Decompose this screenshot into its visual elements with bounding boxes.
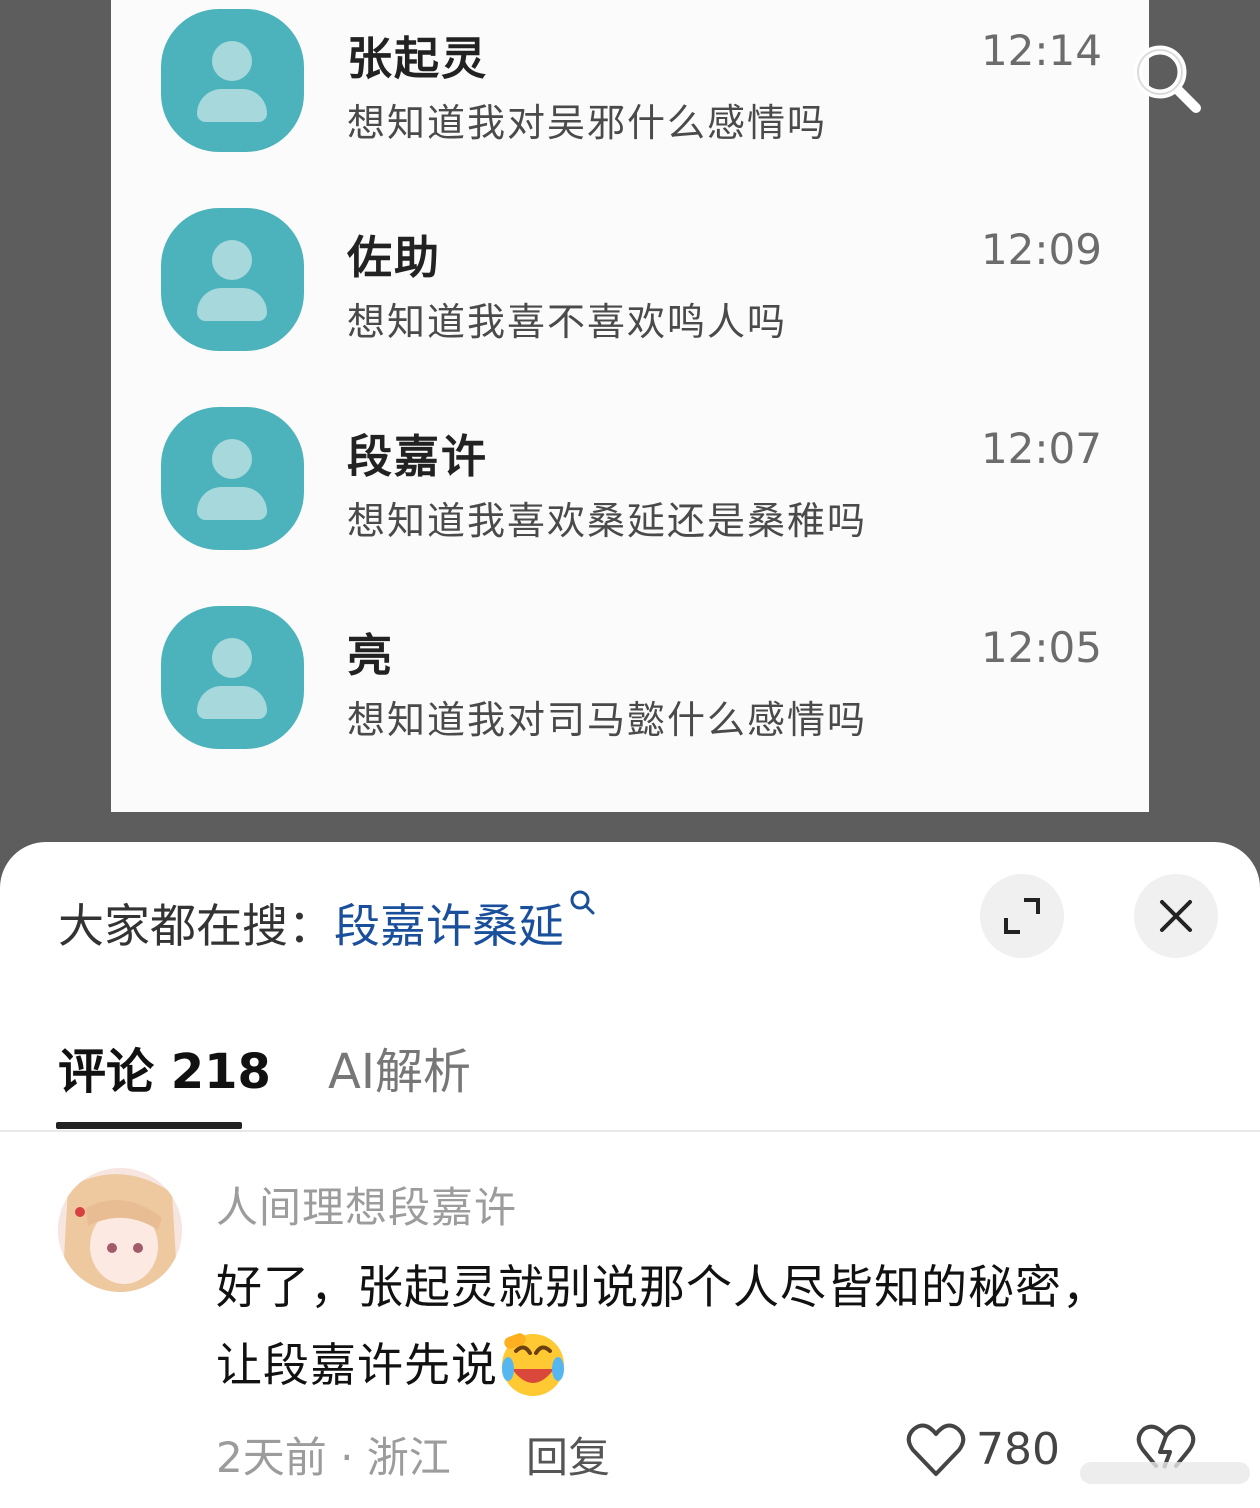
message-row: 佐助 想知道我喜不喜欢鸣人吗 12:09 — [111, 199, 1149, 398]
watermark-logo — [1080, 1462, 1250, 1484]
contact-avatar — [161, 9, 304, 152]
expand-button[interactable] — [980, 874, 1064, 958]
message-time: 12:09 — [980, 225, 1102, 274]
contact-avatar — [161, 407, 304, 550]
comment-line-2: 让段嘉许先说 — [216, 1326, 1206, 1404]
person-icon — [212, 41, 252, 81]
comment-meta: 2天前 · 浙江 — [216, 1433, 451, 1482]
reply-button[interactable]: 回复 — [526, 1424, 610, 1485]
message-time: 12:07 — [980, 424, 1102, 473]
expand-icon — [1004, 898, 1040, 934]
message-row: 段嘉许 想知道我喜欢桑延还是桑稚吗 12:07 — [111, 398, 1149, 597]
tab-ai-analysis[interactable]: AI解析 — [328, 1032, 471, 1102]
hot-search-label: 大家都在搜： — [58, 899, 334, 953]
search-icon[interactable] — [1126, 38, 1206, 118]
tab-comments[interactable]: 评论 218 — [58, 1032, 271, 1102]
comment-username[interactable]: 人间理想段嘉许 — [216, 1174, 517, 1235]
tab-bar: 评论 218 AI解析 — [0, 1032, 1260, 1132]
person-icon — [212, 638, 252, 678]
message-time: 12:14 — [980, 26, 1102, 75]
message-preview: 想知道我对司马懿什么感情吗 — [347, 698, 868, 742]
contact-name: 亮 — [347, 629, 395, 682]
comment-item: 人间理想段嘉许 好了，张起灵就别说那个人尽皆知的秘密， 让段嘉许先说 2天前 ·… — [0, 1166, 1260, 1508]
comment-line: 好了，张起灵就别说那个人尽皆知的秘密， — [216, 1260, 1109, 1314]
avatar[interactable] — [58, 1168, 182, 1292]
contact-name: 佐助 — [347, 231, 442, 284]
close-icon — [1160, 900, 1192, 932]
hot-search-term[interactable]: 段嘉许桑延 — [334, 899, 564, 953]
comment-body: 好了，张起灵就别说那个人尽皆知的秘密， 让段嘉许先说 — [216, 1248, 1206, 1404]
laughing-crying-emoji — [502, 1332, 564, 1396]
contact-name: 段嘉许 — [347, 430, 489, 483]
divider — [0, 1130, 1260, 1132]
message-row: 张起灵 想知道我对吴邪什么感情吗 12:14 — [111, 0, 1149, 199]
contact-name: 张起灵 — [347, 32, 489, 85]
close-button[interactable] — [1134, 874, 1218, 958]
message-time: 12:05 — [980, 623, 1102, 672]
person-icon — [212, 240, 252, 280]
message-preview: 想知道我喜欢桑延还是桑稚吗 — [347, 499, 868, 543]
contact-avatar — [161, 606, 304, 749]
message-preview: 想知道我喜不喜欢鸣人吗 — [347, 300, 788, 344]
like-count: 780 — [976, 1424, 1060, 1475]
search-icon — [570, 890, 595, 915]
message-row: 亮 想知道我对司马懿什么感情吗 12:05 — [111, 597, 1149, 796]
hot-search-bar[interactable]: 大家都在搜：段嘉许桑延 — [58, 890, 596, 956]
message-preview: 想知道我对吴邪什么感情吗 — [347, 101, 828, 145]
like-button[interactable]: 780 — [906, 1422, 1060, 1482]
contact-avatar — [161, 208, 304, 351]
message-list-image: 张起灵 想知道我对吴邪什么感情吗 12:14 佐助 想知道我喜不喜欢鸣人吗 12… — [111, 0, 1149, 812]
heart-icon — [906, 1423, 966, 1476]
active-tab-indicator — [56, 1122, 242, 1129]
comment-sheet: 大家都在搜：段嘉许桑延 评论 218 AI解析 人间理想段嘉许 好了，张起灵就别… — [0, 842, 1260, 1508]
person-icon — [212, 439, 252, 479]
